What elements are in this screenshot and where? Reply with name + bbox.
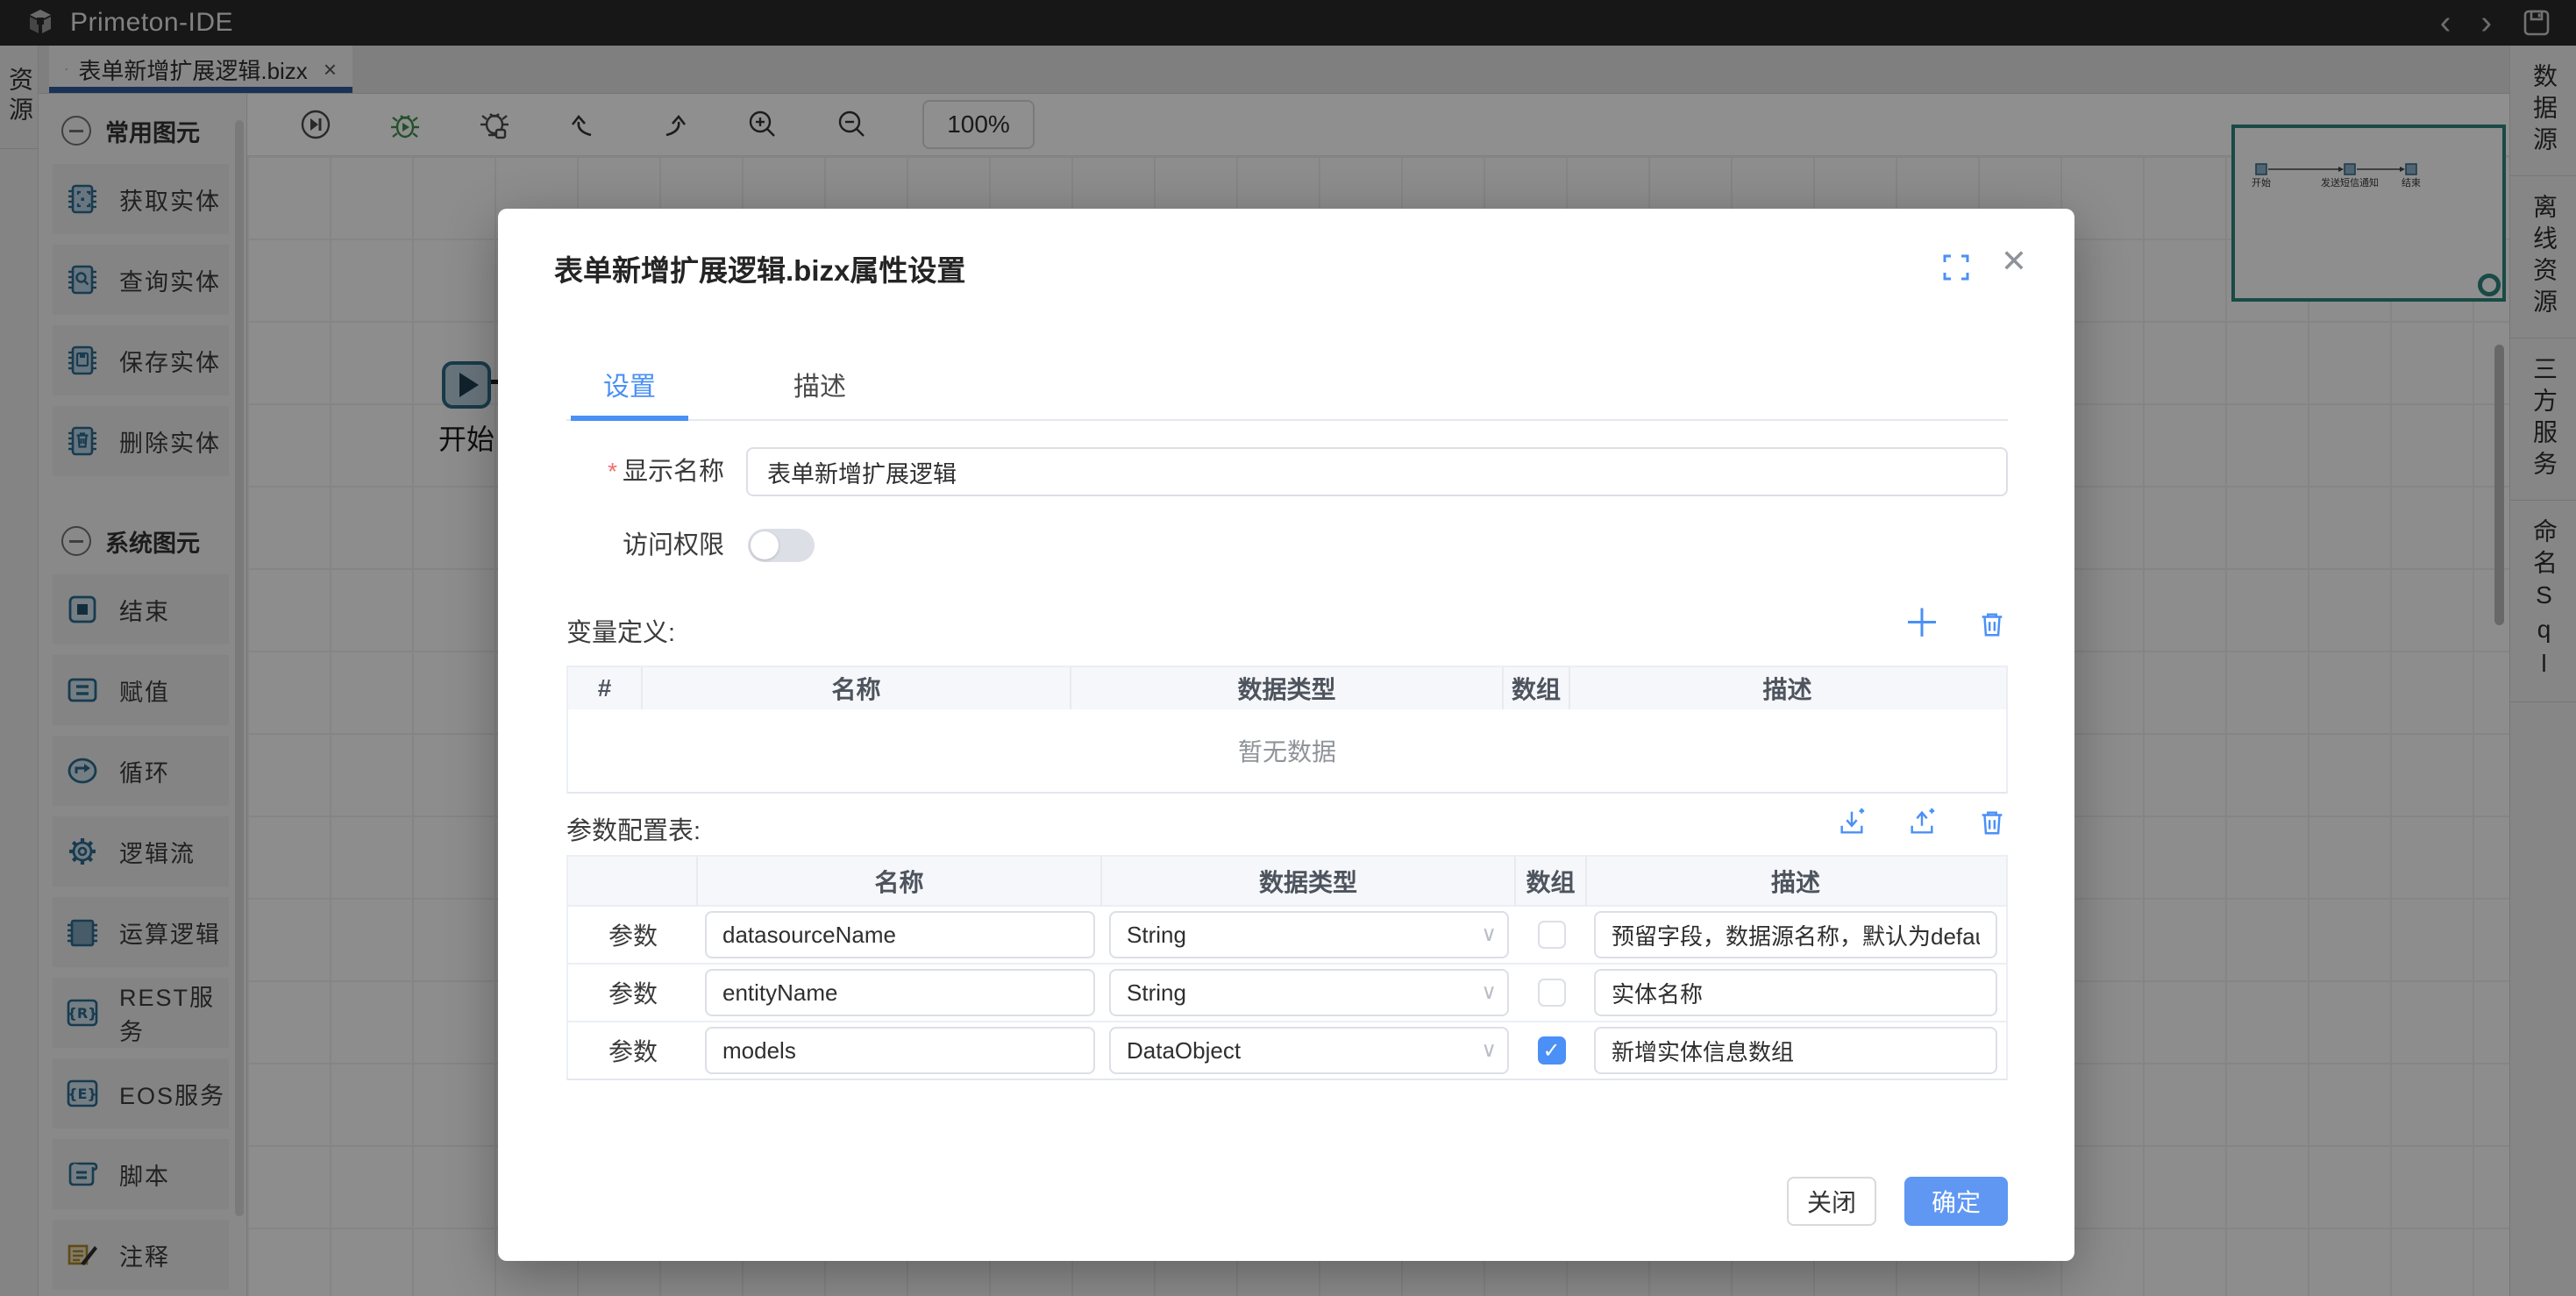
- param-name-input[interactable]: [705, 911, 1095, 958]
- col-datatype: 数据类型: [1102, 857, 1516, 905]
- col-description: 描述: [1587, 857, 2004, 905]
- dialog-title: 表单新增扩展逻辑.bizx属性设置: [554, 247, 965, 289]
- confirm-button[interactable]: 确定: [1904, 1177, 2008, 1226]
- params-section-label: 参数配置表:: [566, 810, 701, 847]
- delete-params-button[interactable]: [1976, 807, 2008, 838]
- col-name: 名称: [698, 857, 1102, 905]
- param-type-value[interactable]: [1109, 969, 1509, 1016]
- tab-active-underline: [571, 416, 688, 421]
- col-description: 描述: [1570, 667, 2004, 709]
- variables-section-actions: ＋: [1906, 609, 2008, 640]
- param-row-entityName: 参数 ∨: [568, 963, 2006, 1021]
- access-permission-row: 访问权限: [498, 528, 2074, 563]
- col-datatype: 数据类型: [1071, 667, 1504, 709]
- params-section-actions: [1836, 807, 2008, 838]
- param-array-checkbox[interactable]: ✓: [1538, 1036, 1566, 1065]
- close-button[interactable]: 关闭: [1787, 1177, 1876, 1226]
- variables-table: # 名称 数据类型 数组 描述 暂无数据: [566, 666, 2008, 794]
- param-desc-input[interactable]: [1594, 911, 1997, 958]
- tab-description[interactable]: 描述: [761, 365, 879, 414]
- param-desc-input[interactable]: [1594, 1027, 1997, 1074]
- tab-settings[interactable]: 设置: [571, 365, 688, 414]
- col-array: 数组: [1504, 667, 1570, 709]
- access-permission-label: 访问权限: [498, 528, 724, 563]
- param-type-select[interactable]: ∨: [1109, 969, 1509, 1016]
- app-window: Primeton-IDE ‹ › 资源: [0, 0, 2576, 1296]
- properties-dialog: 表单新增扩展逻辑.bizx属性设置 ✕ 设置 描述 *显示名称 访问权限 变量定…: [498, 209, 2074, 1261]
- export-params-button[interactable]: [1906, 807, 1938, 838]
- display-name-input[interactable]: [746, 447, 2008, 496]
- display-name-row: *显示名称: [498, 447, 2074, 496]
- param-type-value[interactable]: [1109, 1027, 1509, 1074]
- access-permission-toggle[interactable]: [748, 529, 815, 562]
- param-row-models: 参数 ∨ ✓: [568, 1021, 2006, 1079]
- param-array-checkbox[interactable]: [1538, 979, 1566, 1007]
- col-kind: [568, 857, 698, 905]
- tab-description-label: 描述: [793, 373, 846, 402]
- param-row-datasourceName: 参数 ∨: [568, 905, 2006, 963]
- col-name: 名称: [643, 667, 1071, 709]
- add-variable-button[interactable]: ＋: [1906, 609, 1938, 640]
- tab-settings-label: 设置: [603, 373, 656, 402]
- param-kind: 参数: [568, 917, 698, 952]
- col-index: #: [568, 667, 643, 709]
- variables-section-label: 变量定义:: [566, 612, 675, 649]
- param-desc-input[interactable]: [1594, 969, 1997, 1016]
- param-name-input[interactable]: [705, 969, 1095, 1016]
- dialog-tabs: 设置 描述: [566, 365, 2008, 421]
- param-kind: 参数: [568, 975, 698, 1010]
- params-table-header: 名称 数据类型 数组 描述: [568, 857, 2006, 905]
- param-type-value[interactable]: [1109, 911, 1509, 958]
- required-asterisk: *: [608, 458, 617, 485]
- toggle-knob: [751, 531, 779, 559]
- param-type-select[interactable]: ∨: [1109, 911, 1509, 958]
- display-name-label: *显示名称: [498, 447, 724, 496]
- import-params-button[interactable]: [1836, 807, 1868, 838]
- param-type-select[interactable]: ∨: [1109, 1027, 1509, 1074]
- delete-variable-button[interactable]: [1976, 609, 2008, 640]
- col-array: 数组: [1516, 857, 1587, 905]
- param-kind: 参数: [568, 1033, 698, 1068]
- param-name-input[interactable]: [705, 1027, 1095, 1074]
- variables-table-header: # 名称 数据类型 数组 描述: [568, 667, 2006, 709]
- fullscreen-icon[interactable]: [1941, 253, 1971, 282]
- dialog-footer: 关闭 确定: [1787, 1177, 2008, 1226]
- param-array-checkbox[interactable]: [1538, 921, 1566, 949]
- dialog-close-icon[interactable]: ✕: [2001, 246, 2027, 277]
- variables-empty-text: 暂无数据: [568, 709, 2006, 792]
- params-table: 名称 数据类型 数组 描述 参数 ∨ 参数 ∨: [566, 855, 2008, 1080]
